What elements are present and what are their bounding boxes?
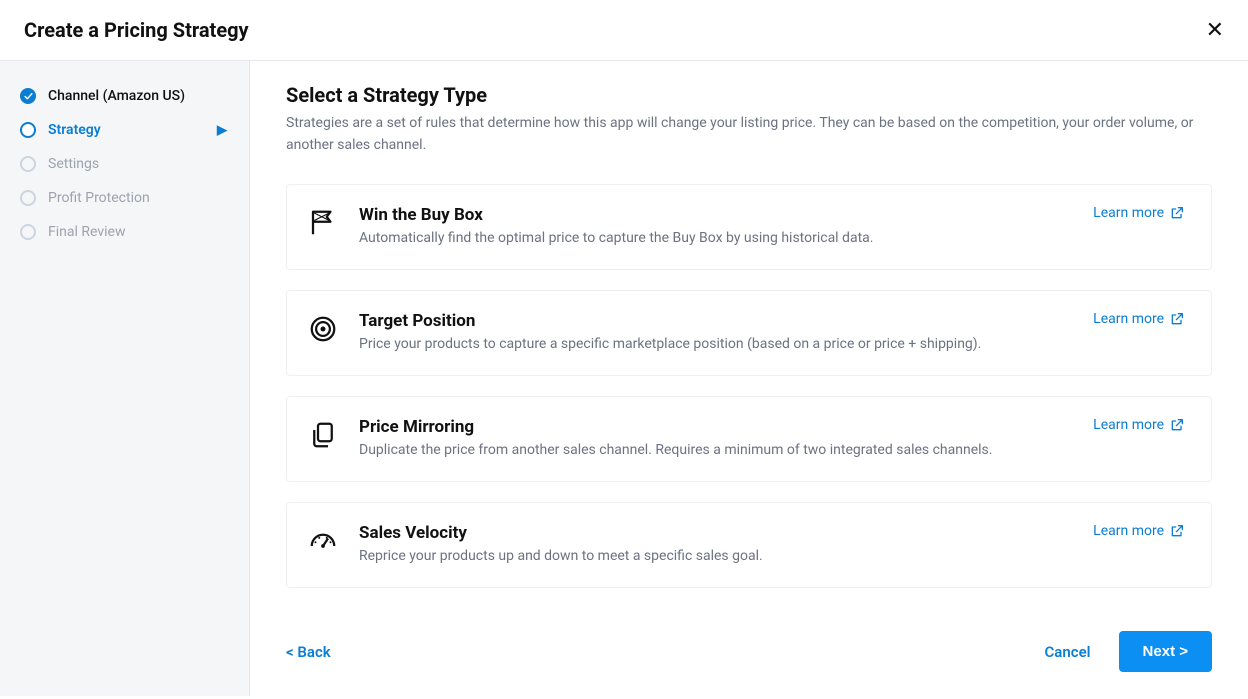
learn-more-label: Learn more (1093, 311, 1164, 327)
ring-icon (20, 156, 36, 172)
learn-more-label: Learn more (1093, 205, 1164, 221)
close-icon: ✕ (1206, 17, 1224, 42)
step-label: Strategy (48, 122, 101, 138)
step-channel[interactable]: Channel (Amazon US) (0, 79, 249, 113)
copy-icon (307, 419, 339, 451)
strategy-card-win-buy-box[interactable]: Win the Buy Box Automatically find the o… (286, 184, 1212, 270)
footer-actions: Cancel Next > (1045, 631, 1213, 672)
main-panel: Select a Strategy Type Strategies are a … (250, 61, 1248, 696)
card-body: Win the Buy Box Automatically find the o… (359, 205, 1073, 249)
next-button[interactable]: Next > (1119, 631, 1212, 672)
card-description: Duplicate the price from another sales c… (359, 440, 1073, 461)
step-strategy[interactable]: Strategy ▶ (0, 113, 249, 147)
card-description: Automatically find the optimal price to … (359, 228, 1073, 249)
strategy-card-price-mirroring[interactable]: Price Mirroring Duplicate the price from… (286, 396, 1212, 482)
step-label: Profit Protection (48, 190, 150, 206)
card-body: Target Position Price your products to c… (359, 311, 1073, 355)
learn-more-link[interactable]: Learn more (1093, 205, 1185, 221)
page-title: Select a Strategy Type (286, 83, 1212, 107)
step-final-review[interactable]: Final Review (0, 215, 249, 249)
strategy-card-sales-velocity[interactable]: Sales Velocity Reprice your products up … (286, 502, 1212, 588)
strategy-list: Win the Buy Box Automatically find the o… (286, 184, 1212, 588)
flag-icon (307, 207, 339, 239)
card-title: Sales Velocity (359, 523, 1073, 543)
card-body: Sales Velocity Reprice your products up … (359, 523, 1073, 567)
target-icon (307, 313, 339, 345)
close-button[interactable]: ✕ (1206, 19, 1224, 41)
step-label: Final Review (48, 224, 125, 240)
ring-icon (20, 122, 36, 138)
card-body: Price Mirroring Duplicate the price from… (359, 417, 1073, 461)
modal-body: Channel (Amazon US) Strategy ▶ Settings … (0, 61, 1248, 696)
cancel-button[interactable]: Cancel (1045, 643, 1091, 661)
learn-more-label: Learn more (1093, 523, 1164, 539)
external-link-icon (1169, 523, 1185, 539)
card-description: Price your products to capture a specifi… (359, 334, 1073, 355)
step-label: Settings (48, 156, 99, 172)
wizard-footer: < Back Cancel Next > (286, 609, 1212, 696)
card-title: Target Position (359, 311, 1073, 331)
modal-title: Create a Pricing Strategy (24, 18, 249, 42)
learn-more-link[interactable]: Learn more (1093, 417, 1185, 433)
ring-icon (20, 190, 36, 206)
step-settings[interactable]: Settings (0, 147, 249, 181)
step-label: Channel (Amazon US) (48, 88, 185, 104)
learn-more-link[interactable]: Learn more (1093, 311, 1185, 327)
external-link-icon (1169, 311, 1185, 327)
ring-icon (20, 224, 36, 240)
card-title: Win the Buy Box (359, 205, 1073, 225)
chevron-right-icon: ▶ (217, 123, 227, 138)
modal-header: Create a Pricing Strategy ✕ (0, 0, 1248, 61)
gauge-icon (307, 525, 339, 557)
check-icon (20, 88, 36, 104)
wizard-sidebar: Channel (Amazon US) Strategy ▶ Settings … (0, 61, 250, 696)
external-link-icon (1169, 205, 1185, 221)
card-description: Reprice your products up and down to mee… (359, 546, 1073, 567)
step-profit-protection[interactable]: Profit Protection (0, 181, 249, 215)
page-description: Strategies are a set of rules that deter… (286, 113, 1206, 156)
strategy-card-target-position[interactable]: Target Position Price your products to c… (286, 290, 1212, 376)
external-link-icon (1169, 417, 1185, 433)
learn-more-link[interactable]: Learn more (1093, 523, 1185, 539)
card-title: Price Mirroring (359, 417, 1073, 437)
learn-more-label: Learn more (1093, 417, 1164, 433)
back-button[interactable]: < Back (286, 643, 331, 661)
